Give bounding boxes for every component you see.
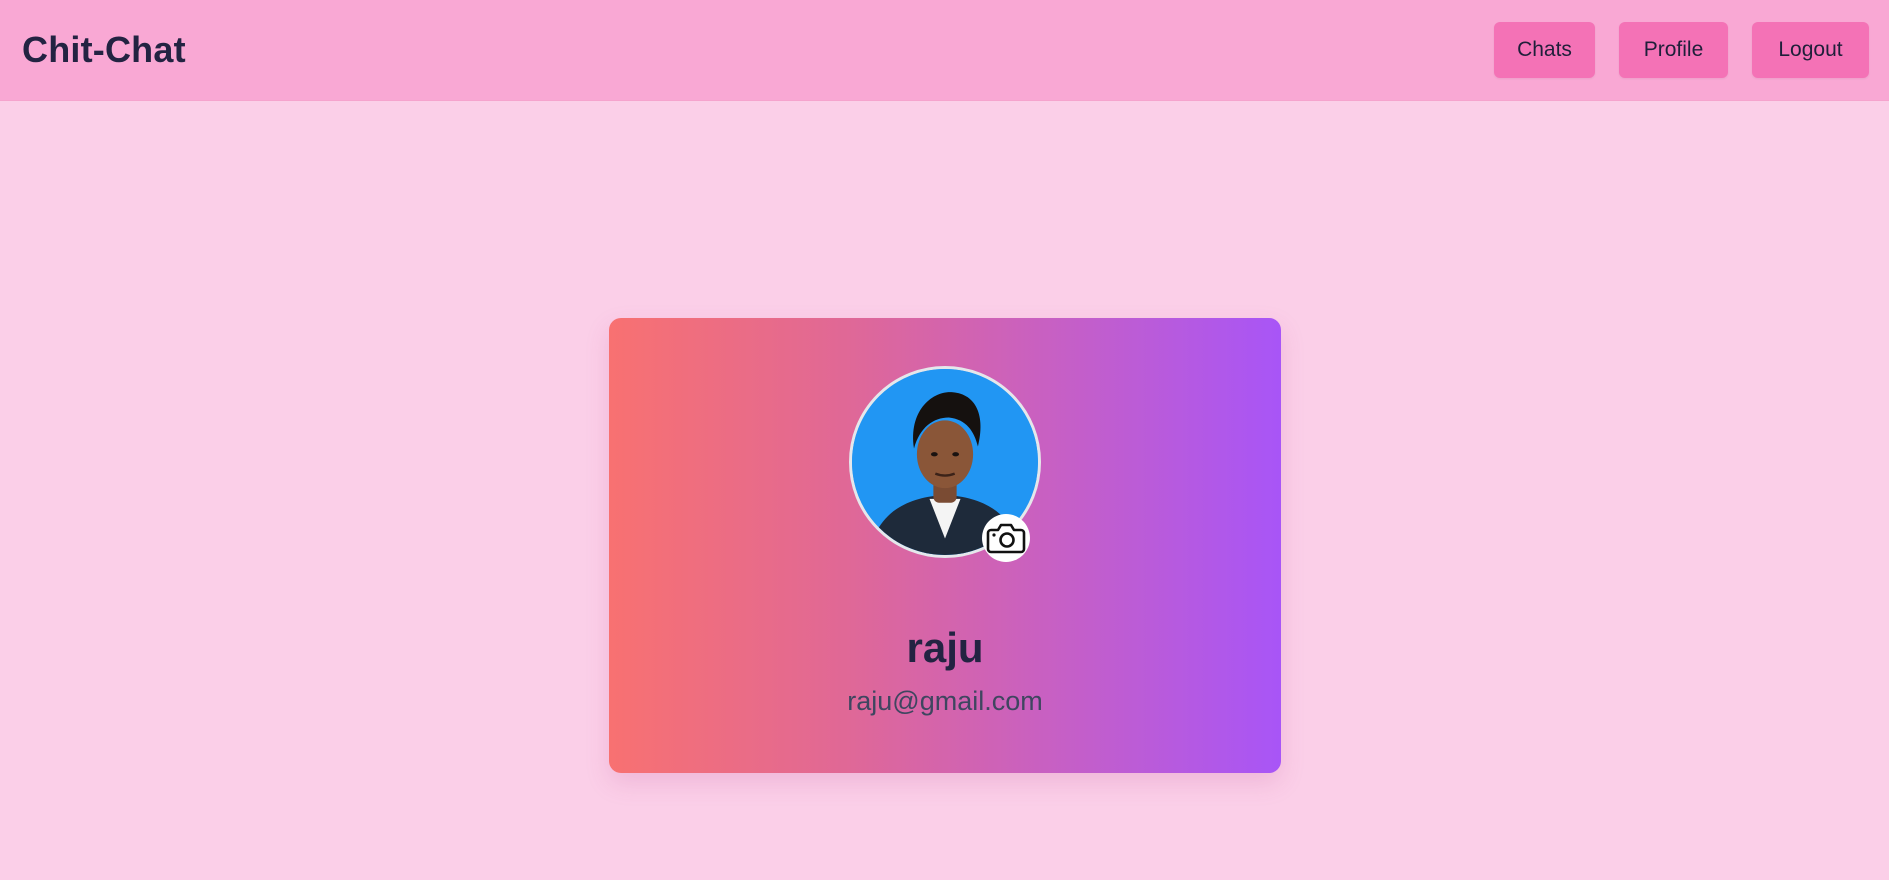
brand-logo-text[interactable]: Chit-Chat — [22, 29, 186, 71]
profile-email: raju@gmail.com — [847, 686, 1043, 716]
profile-button[interactable]: Profile — [1619, 22, 1728, 78]
camera-icon — [986, 523, 1026, 554]
logout-button[interactable]: Logout — [1752, 22, 1869, 78]
top-navbar: Chit-Chat Chats Profile Logout — [0, 0, 1889, 101]
profile-name: raju — [906, 624, 984, 671]
chats-button[interactable]: Chats — [1494, 22, 1595, 78]
avatar-container — [849, 366, 1041, 562]
profile-card: raju raju@gmail.com — [609, 318, 1281, 773]
nav-buttons: Chats Profile Logout — [1494, 22, 1869, 78]
change-photo-button[interactable] — [982, 514, 1030, 562]
